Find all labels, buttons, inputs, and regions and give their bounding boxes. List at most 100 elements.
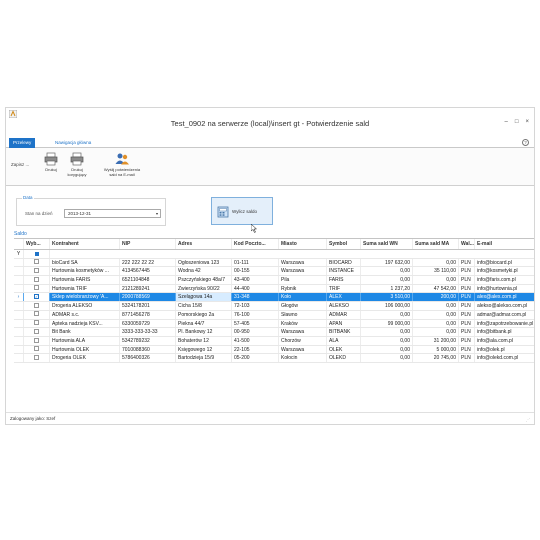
table-row[interactable]: Hurtownia OLEK 7010088360 Księgowego 12 22-… <box>14 345 534 355</box>
cell-city: Sławno <box>279 310 327 319</box>
table-row[interactable]: Drogeria ALEKSO 5324178201 Cicha 15/8 72-10… <box>14 302 534 311</box>
cell-sum-wn: 3 510,00 <box>361 293 413 302</box>
row-checkbox[interactable] <box>34 259 39 265</box>
resize-grip-icon[interactable]: ⋰ <box>526 417 530 422</box>
row-checkbox[interactable] <box>34 302 39 308</box>
col-sum-ma[interactable]: Suma sald MA <box>413 239 459 249</box>
col-select[interactable]: Wyb... <box>24 239 50 249</box>
cell-contractor: Hurtownia TRIF <box>50 284 120 293</box>
row-checkbox[interactable] <box>34 320 39 326</box>
row-checkbox[interactable]: ✓ <box>34 294 39 300</box>
row-indicator <box>14 310 24 319</box>
filter-row[interactable]: Y <box>14 250 534 259</box>
cell-city: Kraków <box>279 319 327 328</box>
row-indicator <box>14 267 24 276</box>
col-email[interactable]: E-mail <box>475 239 534 249</box>
cell-nip: 5324178201 <box>120 302 176 310</box>
cell-contractor: Hurtownia kosmetyków ... <box>50 267 120 276</box>
tab-nawigacja[interactable]: Nawigacja główna <box>51 138 95 148</box>
table-row[interactable]: Hurtownia ALA 5342789232 Bohaterów 12 41-50… <box>14 336 534 346</box>
cell-sum-ma: 0,00 <box>413 276 459 284</box>
print-button[interactable]: Drukuj <box>44 152 58 172</box>
row-checkbox[interactable] <box>34 354 39 360</box>
send-email-label: Wyślij potwierdzenia sald na E-mail <box>103 167 141 177</box>
cell-nip: 2000788569 <box>120 293 176 302</box>
table-row[interactable]: Hurtownia kosmetyków ... 4134567445 Wodna … <box>14 267 534 277</box>
cell-sum-ma: 0,00 <box>413 328 459 336</box>
cell-zip: 57-405 <box>232 319 279 328</box>
row-indicator <box>14 302 24 310</box>
cell-nip: 8771456278 <box>120 310 176 319</box>
row-indicator <box>14 345 24 354</box>
row-checkbox[interactable] <box>34 276 39 282</box>
maximize-button[interactable]: □ <box>515 119 519 125</box>
cell-symbol: FARIS <box>327 276 361 284</box>
col-zip[interactable]: Kod Poczto... <box>232 239 279 249</box>
table-row[interactable]: Hurtownia FARIS 6521104848 Pszczyńskiego 4… <box>14 276 534 285</box>
cell-currency: PLN <box>459 258 475 267</box>
help-icon[interactable]: ? <box>522 139 529 146</box>
row-checkbox[interactable] <box>34 285 39 291</box>
table-row[interactable]: Drogeria OLEK 5786400326 Bartodzieja 15/9 0… <box>14 354 534 363</box>
cell-contractor: Sklep wielobranżowy 'A... <box>50 293 120 302</box>
cell-address: Szelągowa 14a <box>176 293 232 302</box>
cell-currency: PLN <box>459 302 475 310</box>
app-window: Test_0902 na serwerze (local)\insert gt … <box>5 107 535 425</box>
cell-email: info@ala.com.pl <box>477 337 513 344</box>
cell-email: info@kosmetyki.pl <box>477 268 518 275</box>
send-email-button[interactable]: Wyślij potwierdzenia sald na E-mail <box>94 152 150 177</box>
cell-email: admar@admar.com.pl <box>477 311 527 318</box>
cell-address: Piekna 44/7 <box>176 319 232 328</box>
col-nip[interactable]: NIP <box>120 239 176 249</box>
col-city[interactable]: Miasto <box>279 239 327 249</box>
calculator-icon <box>217 206 229 218</box>
status-text: Zalogowany jako: Szef <box>10 416 56 421</box>
col-contractor[interactable]: Kontrahent <box>50 239 120 249</box>
row-indicator: › <box>14 293 24 302</box>
minimize-button[interactable]: – <box>505 119 508 125</box>
cell-address: Bartodzieja 15/9 <box>176 354 232 362</box>
col-sum-wn[interactable]: Suma sald WN <box>361 239 413 249</box>
cell-select <box>24 310 50 319</box>
table-row[interactable]: Hurtownia TRIF 2121289241 Zwierzyńska 90/2… <box>14 284 534 294</box>
cell-sum-ma: 0,00 <box>413 319 459 328</box>
tab-przelewy[interactable]: Przelewy <box>9 138 36 148</box>
row-checkbox[interactable] <box>34 268 39 274</box>
col-currency[interactable]: Wal... <box>459 239 475 249</box>
row-checkbox[interactable] <box>34 311 39 317</box>
cell-currency: PLN <box>459 328 475 336</box>
mouse-cursor-icon <box>251 224 257 233</box>
cell-sum-ma: 31 200,00 <box>413 336 459 345</box>
cell-city: Kołocin <box>279 354 327 362</box>
table-row[interactable]: ADMAR s.c. 8771456278 Pomorskiego 2a 76-100… <box>14 310 534 320</box>
calculate-balance-button[interactable]: Wylicz saldo <box>211 197 273 225</box>
cell-select <box>24 345 50 354</box>
row-indicator <box>14 336 24 345</box>
cell-select <box>24 302 50 310</box>
cell-select <box>24 328 50 336</box>
cell-symbol: OLEK <box>327 345 361 354</box>
table-row[interactable]: Bit Bank 3333-333-33-33 Pl. Bankowy 12 00-9… <box>14 328 534 337</box>
row-checkbox[interactable] <box>34 328 39 334</box>
row-checkbox[interactable] <box>34 337 39 343</box>
table-row[interactable]: › ✓ Sklep wielobranżowy 'A... 2000788569 Sze… <box>14 293 534 303</box>
filter-cell[interactable] <box>24 250 50 258</box>
close-button[interactable]: × <box>525 119 529 125</box>
row-checkbox[interactable] <box>34 346 39 352</box>
table-row[interactable]: bioCard SA 222 222 22 22 Ogłoszeniowa 123 0… <box>14 258 534 268</box>
filter-marker: Y <box>14 250 24 258</box>
date-group: Data Stan na dzień 2013-12-31 ▾ <box>16 195 166 226</box>
cell-email: info@biocard.pl <box>477 259 512 266</box>
cell-currency: PLN <box>459 354 475 362</box>
cell-zip: 22-105 <box>232 345 279 354</box>
cell-sum-wn: 0,00 <box>361 336 413 345</box>
chevron-down-icon[interactable]: ▾ <box>156 210 158 217</box>
date-input[interactable]: 2013-12-31 ▾ <box>64 209 161 218</box>
col-symbol[interactable]: Symbol <box>327 239 361 249</box>
cell-select <box>24 284 50 293</box>
col-address[interactable]: Adres <box>176 239 232 249</box>
cell-email: info@zapotrzebowanie.pl <box>477 320 534 327</box>
table-row[interactable]: Apteka nadzieja KSV... 6330059729 Piekna 4… <box>14 319 534 329</box>
printer-icon <box>44 152 58 166</box>
print-corrective-button[interactable]: Drukuj korygujący <box>66 152 88 177</box>
